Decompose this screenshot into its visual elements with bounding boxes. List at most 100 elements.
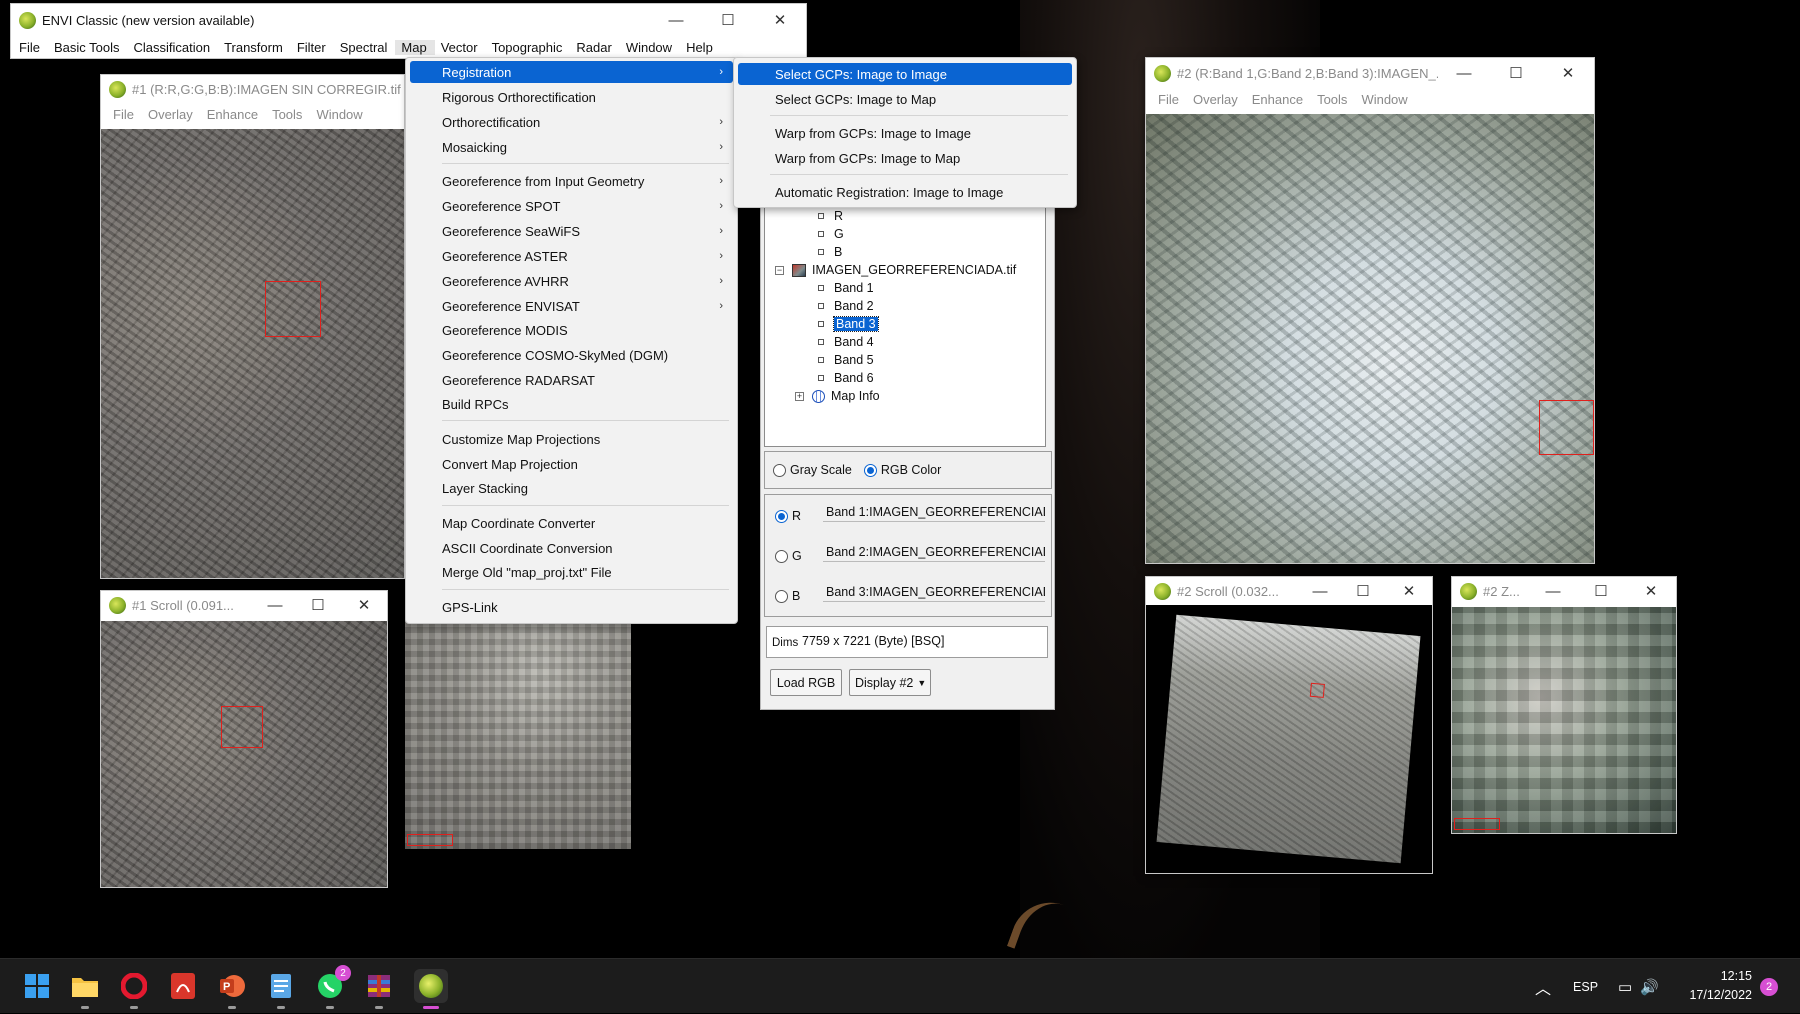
scroll1-titlebar[interactable]: #1 Scroll (0.091... — ☐ ✕ [101,591,387,619]
map-menu[interactable]: Registration › Rigorous Orthorectificatio… [405,57,738,624]
menu-transform[interactable]: Transform [218,40,291,55]
b-band-field[interactable]: Band 3:IMAGEN_GEORREFERENCIAD [823,583,1045,602]
powerpoint-icon[interactable]: P [215,969,249,1009]
language-indicator[interactable]: ESP [1573,980,1598,994]
b-channel-row[interactable]: B [775,589,800,604]
network-icon[interactable]: ▭ [1618,978,1632,996]
display1-menu-overlay[interactable]: Overlay [142,107,201,122]
menu-item-georef-seawifs[interactable]: Georeference SeaWiFS › [410,220,733,242]
display1-titlebar[interactable]: #1 (R:R,G:G,B:B):IMAGEN SIN CORREGIR.tif [101,75,404,103]
menu-item-customize-projections[interactable]: Customize Map Projections [410,428,733,450]
scroll2-window[interactable]: #2 Scroll (0.032... — ☐ ✕ [1145,576,1433,874]
gray-scale-radio[interactable] [773,463,786,477]
whatsapp-icon[interactable]: 2 [313,965,351,1009]
maximize-icon[interactable]: ☐ [702,4,754,36]
image-box[interactable] [221,706,263,748]
display-select[interactable]: Display #2 ▼ [849,669,931,696]
display1-menu-window[interactable]: Window [310,107,370,122]
menu-spectral[interactable]: Spectral [334,40,396,55]
envi-main-window[interactable]: ENVI Classic (new version available) — ☐… [10,3,807,59]
maximize-icon[interactable]: ☐ [1490,58,1542,88]
zoom-controls-icon[interactable] [1454,818,1500,830]
menu-item-georef-radarsat[interactable]: Georeference RADARSAT [410,369,733,391]
zoom-controls-icon[interactable] [407,834,453,846]
band-tree[interactable]: R G B − IMAGEN_GEORREFERENCIADA.tif Band… [764,201,1046,447]
opera-browser-icon[interactable] [117,969,151,1009]
zoom1-window[interactable] [405,600,631,849]
volume-icon[interactable]: 🔊 [1640,978,1659,996]
menu-item-georef-envisat[interactable]: Georeference ENVISAT › [410,295,733,317]
chevron-up-icon[interactable]: ︿ [1535,975,1551,999]
menu-item-georef-modis[interactable]: Georeference MODIS [410,319,733,341]
display1-menu-tools[interactable]: Tools [266,107,310,122]
scroll2-titlebar[interactable]: #2 Scroll (0.032... — ☐ ✕ [1146,577,1432,605]
menu-item-orthorectification[interactable]: Orthorectification › [410,111,733,133]
zoom-box[interactable] [265,281,321,337]
menu-help[interactable]: Help [680,40,721,55]
close-icon[interactable]: ✕ [1386,577,1432,605]
menu-vector[interactable]: Vector [435,40,486,55]
menu-item-registration[interactable]: Registration › [410,61,733,83]
submenu-select-gcps-image-to-image[interactable]: Select GCPs: Image to Image [738,63,1072,85]
minimize-icon[interactable]: — [255,591,295,619]
menu-item-gps-link[interactable]: GPS-Link [410,596,733,618]
submenu-automatic-registration[interactable]: Automatic Registration: Image to Image [738,181,1072,203]
available-bands-panel[interactable]: R G B − IMAGEN_GEORREFERENCIADA.tif Band… [760,200,1055,710]
menu-item-rigorous-ortho[interactable]: Rigorous Orthorectification [410,86,733,108]
scroll1-image[interactable] [101,621,387,887]
notepad-icon[interactable] [264,969,298,1009]
menu-item-build-rpcs[interactable]: Build RPCs [410,393,733,415]
display1-menu-file[interactable]: File [107,107,142,122]
tree-map-info[interactable]: + Map Info [795,388,880,404]
menu-item-convert-projection[interactable]: Convert Map Projection [410,453,733,475]
maximize-icon[interactable]: ☐ [1576,577,1626,605]
envi-main-titlebar[interactable]: ENVI Classic (new version available) — ☐… [11,4,806,36]
r-channel-row[interactable]: R [775,509,801,524]
menu-item-ascii-coord-conversion[interactable]: ASCII Coordinate Conversion [410,537,733,559]
rgb-color-radio[interactable] [863,463,877,477]
notification-badge[interactable]: 2 [1760,978,1778,996]
menu-item-map-coord-converter[interactable]: Map Coordinate Converter [410,512,733,534]
tree-file-node[interactable]: − IMAGEN_GEORREFERENCIADA.tif [775,262,1016,278]
menu-filter[interactable]: Filter [291,40,334,55]
collapse-icon[interactable]: − [775,265,784,275]
zoom1-image[interactable] [405,600,631,849]
submenu-warp-image-to-map[interactable]: Warp from GCPs: Image to Map [738,147,1072,169]
display2-menu-enhance[interactable]: Enhance [1246,92,1311,107]
menu-topographic[interactable]: Topographic [486,40,571,55]
tree-band-3[interactable]: Band 3 [818,316,879,332]
minimize-icon[interactable]: — [1300,577,1340,605]
winrar-icon[interactable] [362,969,396,1009]
g-channel-row[interactable]: G [775,549,802,564]
zoom-box[interactable] [1539,400,1594,455]
display2-image[interactable] [1146,114,1594,563]
display1-window[interactable]: #1 (R:R,G:G,B:B):IMAGEN SIN CORREGIR.tif… [100,74,405,579]
r-band-field[interactable]: Band 1:IMAGEN_GEORREFERENCIAD [823,503,1045,522]
tree-band-4[interactable]: Band 4 [818,334,874,350]
display2-menu-window[interactable]: Window [1355,92,1415,107]
acrobat-icon[interactable] [166,969,200,1003]
menu-item-georef-spot[interactable]: Georeference SPOT › [410,195,733,217]
menu-item-georef-cosmo[interactable]: Georeference COSMO-SkyMed (DGM) [410,344,733,366]
windows-start-icon[interactable] [20,969,54,1003]
tree-band-6[interactable]: Band 6 [818,370,874,386]
scroll1-window[interactable]: #1 Scroll (0.091... — ☐ ✕ [100,590,388,888]
g-radio[interactable] [775,550,788,564]
menu-radar[interactable]: Radar [570,40,619,55]
clock[interactable]: 12:15 17/12/2022 [1672,967,1752,1005]
minimize-icon[interactable]: — [1438,58,1490,88]
registration-submenu[interactable]: Select GCPs: Image to Image Select GCPs:… [733,57,1077,208]
maximize-icon[interactable]: ☐ [1340,577,1386,605]
file-explorer-icon[interactable] [68,969,102,1009]
zoom2-titlebar[interactable]: #2 Z... — ☐ ✕ [1452,577,1676,605]
zoom2-window[interactable]: #2 Z... — ☐ ✕ [1451,576,1677,834]
menu-classification[interactable]: Classification [127,40,218,55]
envi-taskbar-icon[interactable] [414,969,448,1009]
display2-window[interactable]: #2 (R:Band 1,G:Band 2,B:Band 3):IMAGEN_.… [1145,57,1595,564]
menu-item-georef-input-geometry[interactable]: Georeference from Input Geometry › [410,170,733,192]
display1-image[interactable] [101,129,404,578]
close-icon[interactable]: ✕ [341,591,387,619]
zoom2-image[interactable] [1452,607,1676,833]
expand-icon[interactable]: + [795,391,804,401]
close-icon[interactable]: ✕ [1542,58,1594,88]
